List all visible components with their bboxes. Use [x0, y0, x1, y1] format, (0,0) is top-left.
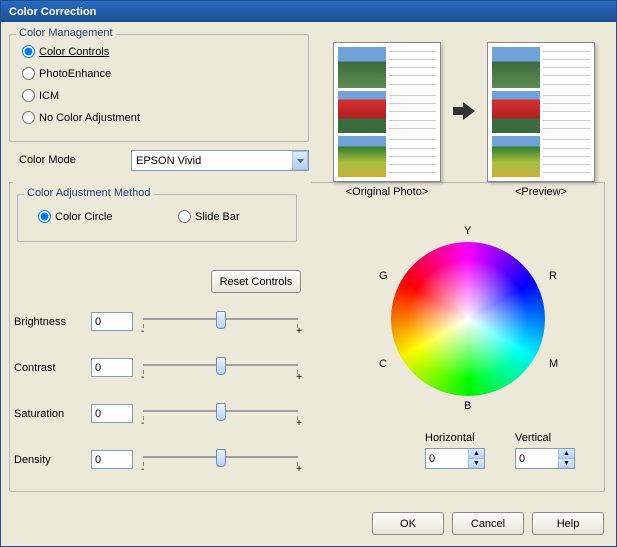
reset-controls-button[interactable]: Reset Controls [211, 270, 301, 293]
wheel-label-y: Y [464, 225, 471, 237]
vertical-spinbox[interactable]: ▲▼ [515, 448, 575, 469]
contrast-label: Contrast [14, 362, 56, 374]
spin-up-icon[interactable]: ▲ [468, 449, 484, 459]
no-color-adjustment-radio[interactable]: No Color Adjustment [22, 111, 140, 124]
wheel-label-g: G [379, 270, 388, 282]
color-mode-select[interactable]: EPSON Vivid [131, 150, 309, 171]
preview-caption: <Preview> [487, 186, 595, 198]
vertical-label: Vertical [515, 432, 551, 444]
photoenhance-radio-input[interactable] [22, 67, 35, 80]
saturation-slider[interactable]: -+ [143, 400, 298, 424]
brightness-slider[interactable]: -+ [143, 308, 298, 332]
spin-down-icon[interactable]: ▼ [468, 459, 484, 468]
original-photo-preview [333, 42, 441, 182]
color-circle-radio-input[interactable] [38, 210, 51, 223]
slide-bar-radio[interactable]: Slide Bar [178, 210, 240, 223]
color-adjustment-method-group: Color Adjustment Method Color Circle Sli… [17, 194, 297, 242]
titlebar: Color Correction [1, 1, 616, 22]
wheel-label-m: M [549, 358, 558, 370]
horizontal-label: Horizontal [425, 432, 475, 444]
icm-radio-input[interactable] [22, 89, 35, 102]
color-circle[interactable]: + [391, 242, 545, 396]
preview-photo-preview [487, 42, 595, 182]
cancel-button[interactable]: Cancel [452, 512, 524, 535]
color-mode-label: Color Mode [19, 154, 76, 166]
ok-button[interactable]: OK [372, 512, 444, 535]
photoenhance-radio[interactable]: PhotoEnhance [22, 67, 111, 80]
color-circle-cursor-icon: + [464, 312, 471, 326]
arrow-right-icon [453, 102, 475, 120]
brightness-label: Brightness [14, 316, 66, 328]
wheel-label-r: R [549, 270, 557, 282]
saturation-value[interactable] [91, 404, 133, 423]
color-circle-radio[interactable]: Color Circle [38, 210, 112, 223]
color-correction-dialog: Color Correction Color Management Color … [0, 0, 617, 547]
spin-down-icon[interactable]: ▼ [558, 459, 574, 468]
brightness-value[interactable] [91, 312, 133, 331]
color-adjustment-method-legend: Color Adjustment Method [24, 187, 154, 199]
no-color-adjustment-radio-input[interactable] [22, 111, 35, 124]
color-controls-radio[interactable]: Color Controls [22, 45, 109, 58]
color-management-group: Color Management Color Controls PhotoEnh… [9, 34, 309, 142]
contrast-value[interactable] [91, 358, 133, 377]
color-controls-radio-input[interactable] [22, 45, 35, 58]
window-title: Color Correction [9, 6, 96, 18]
icm-radio[interactable]: ICM [22, 89, 59, 102]
density-value[interactable] [91, 450, 133, 469]
original-photo-caption: <Original Photo> [333, 186, 441, 198]
help-button[interactable]: Help [532, 512, 604, 535]
vertical-value[interactable] [516, 449, 558, 468]
wheel-label-c: C [379, 358, 387, 370]
horizontal-spinbox[interactable]: ▲▼ [425, 448, 485, 469]
contrast-slider[interactable]: -+ [143, 354, 298, 378]
horizontal-value[interactable] [426, 449, 468, 468]
color-management-legend: Color Management [16, 27, 116, 39]
density-slider[interactable]: -+ [143, 446, 298, 470]
spin-up-icon[interactable]: ▲ [558, 449, 574, 459]
saturation-label: Saturation [14, 408, 64, 420]
density-label: Density [14, 454, 51, 466]
wheel-label-b: B [464, 400, 471, 412]
slide-bar-radio-input[interactable] [178, 210, 191, 223]
